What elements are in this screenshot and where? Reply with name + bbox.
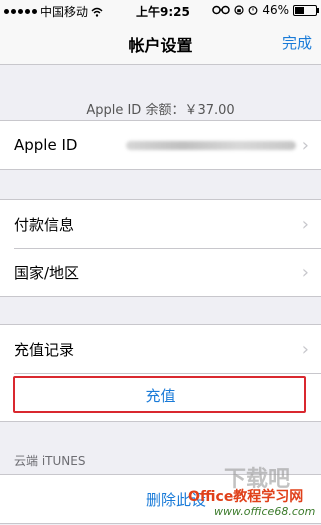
chevron-right-icon: ›	[301, 214, 309, 235]
apple-id-balance: Apple ID 余额：￥37.00	[86, 103, 235, 118]
apple-id-value-blurred	[126, 141, 296, 150]
signal-dots-icon	[4, 9, 37, 14]
recharge-button-wrap: 充值	[0, 385, 321, 406]
navigation-bar: 帐户设置 完成	[0, 20, 321, 65]
alarm-icon	[248, 6, 258, 15]
country-region-row[interactable]: 国家/地区 ›	[0, 248, 321, 296]
wifi-icon	[91, 7, 103, 17]
payment-info-row[interactable]: 付款信息 ›	[0, 200, 321, 248]
page-title: 帐户设置	[128, 36, 193, 55]
apple-id-label: Apple ID	[14, 136, 78, 154]
chevron-right-icon: ›	[301, 339, 309, 360]
watermark-site-name: Office教程学习网	[188, 489, 304, 505]
chevron-right-icon: ›	[301, 135, 309, 156]
status-time: 上午9:25	[136, 5, 190, 19]
battery-percent: 46%	[262, 3, 289, 17]
glasses-icon	[212, 5, 231, 15]
apple-id-group: Apple ID ›	[0, 120, 321, 170]
status-left: 中国移动	[4, 3, 103, 20]
itunes-section-header: 云端 iTUNES	[14, 454, 86, 468]
battery-icon	[293, 4, 319, 16]
chevron-right-icon: ›	[301, 262, 309, 283]
status-right: 46%	[212, 3, 319, 17]
recharge-history-row[interactable]: 充值记录 ›	[0, 325, 321, 373]
country-region-label: 国家/地区	[14, 263, 80, 282]
payment-info-label: 付款信息	[14, 215, 75, 234]
carrier-name: 中国移动	[40, 5, 89, 19]
recharge-button[interactable]: 充值	[145, 387, 175, 405]
recharge-history-label: 充值记录	[14, 340, 75, 359]
watermark-url: www.office68.com	[214, 505, 316, 518]
battery-fill	[295, 6, 305, 14]
apple-id-row[interactable]: Apple ID ›	[0, 121, 321, 169]
status-bar: 中国移动 上午9:25 46%	[0, 0, 321, 20]
lock-rotation-icon	[234, 5, 244, 15]
done-button[interactable]: 完成	[282, 32, 312, 53]
payment-group: 付款信息 › 国家/地区 ›	[0, 199, 321, 297]
